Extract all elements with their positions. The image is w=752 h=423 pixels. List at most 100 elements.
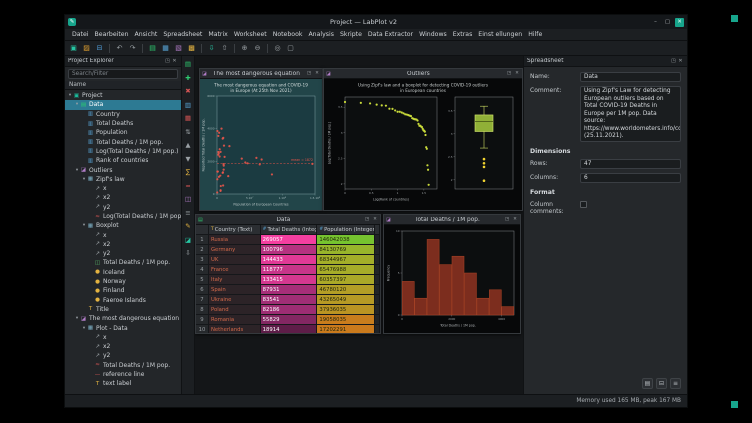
columns-field[interactable]: 6 [580,173,681,183]
country-cell[interactable]: Russia [209,235,261,245]
menu-notebook[interactable]: Notebook [270,31,306,38]
menu-ansicht[interactable]: Ansicht [132,31,161,38]
population-cell[interactable]: 19058035 [317,315,375,325]
zoom-in-icon[interactable]: ⊕ [239,43,250,54]
subwindow-outliers[interactable]: ◪ Outliers ◳ ✕ Using Zipf's law and a bo… [323,68,523,211]
subwindow-most-dangerous[interactable]: ◪ The most dangerous equation ◳ ✕ The mo… [199,68,323,211]
new-spreadsheet-icon[interactable]: ▤ [147,43,158,54]
menu-windows[interactable]: Windows [416,31,450,38]
column-header-country-text[interactable]: TCountry (Text) [209,225,261,235]
export-spreadsheet-icon[interactable]: ⇩ [183,248,193,258]
tree-item-x[interactable]: ↗x [65,184,181,193]
subwindow-titlebar[interactable]: ◪ The most dangerous equation ◳ ✕ [200,69,322,79]
sort-ascending-icon[interactable]: ▲ [183,140,193,150]
tree-item-x2[interactable]: ↗x2 [65,240,181,249]
worksheet-view[interactable]: Using Zipf's law and a boxplot for detec… [324,79,522,210]
subwindow-data-spreadsheet[interactable]: ▤ Data ◳ ✕ TCountry (Text)#Total Deaths … [195,214,381,334]
dock-close-icon[interactable]: ✕ [171,58,178,64]
deaths-cell[interactable]: 133415 [261,275,318,285]
deaths-cell[interactable]: 87931 [261,285,318,295]
country-cell[interactable]: Ukraine [209,295,261,305]
population-cell[interactable]: 43265049 [317,295,375,305]
tree-item-outliers[interactable]: ▾◪Outliers [65,165,181,174]
deaths-cell[interactable]: 82186 [261,305,318,315]
tree-item-log-total-deaths-1m-pop[interactable]: ▥Log(Total Deaths / 1M pop.) [65,147,181,156]
deaths-cell[interactable]: 18914 [261,325,318,333]
dock-float-icon[interactable]: ◳ [670,58,677,64]
new-worksheet-icon[interactable]: ▧ [173,43,184,54]
statistics-icon[interactable]: ∑ [183,167,193,177]
tree-item-the-most-dangerous-equation[interactable]: ▾◪The most dangerous equation [65,314,181,323]
project-explorer-header[interactable]: Project Explorer ◳ ✕ [65,56,181,67]
menu-matrix[interactable]: Matrix [205,31,230,38]
population-cell[interactable]: 68344967 [317,255,375,265]
navigate-icon[interactable]: ◎ [272,43,283,54]
most-dangerous-scatter-plot[interactable]: The most dangerous equation and COVID-19… [200,79,322,210]
name-field[interactable]: Data [580,72,681,82]
tree-item-y2[interactable]: ↗y2 [65,249,181,258]
formula-icon[interactable]: ≈ [183,181,193,191]
population-cell[interactable]: 84130769 [317,245,375,255]
insert-column-icon[interactable]: ▥ [183,100,193,110]
sort-descending-icon[interactable]: ▼ [183,154,193,164]
tree-item-total-deaths-1m-pop[interactable]: ◫Total Deaths / 1M pop. [65,258,181,267]
new-matrix-icon[interactable]: ▦ [160,43,171,54]
tree-item-data[interactable]: ▾▤Data [65,100,181,109]
row-number-cell[interactable]: 7 [196,295,209,305]
maximize-button[interactable]: ▢ [663,18,672,27]
tree-item-boxplot[interactable]: ▾▦Boxplot [65,221,181,230]
tree-item-title[interactable]: TTitle [65,305,181,314]
tree-column-header[interactable]: Name [65,81,181,90]
redo-icon[interactable]: ↷ [127,43,138,54]
menu-skripte[interactable]: Skripte [337,31,365,38]
column-header-population-integer[interactable]: #Population (Integer) [317,225,375,235]
menu-data-extractor[interactable]: Data Extractor [365,31,416,38]
deaths-cell[interactable]: 269057 [261,235,318,245]
options-icon[interactable]: ≡ [670,378,681,389]
import-data-icon[interactable]: ⇩ [206,43,217,54]
save-template-icon[interactable]: ⊟ [656,378,667,389]
tree-item-norway[interactable]: ●Norway [65,277,181,286]
tree-item-zipf-s-law[interactable]: ▾▦Zipf's law [65,175,181,184]
menu-spreadsheet[interactable]: Spreadsheet [160,31,205,38]
menu-extras[interactable]: Extras [450,31,476,38]
row-number-cell[interactable]: 3 [196,255,209,265]
tree-item-finland[interactable]: ●Finland [65,286,181,295]
titlebar[interactable]: ✎ Project — LabPlot v2 – ▢ ✕ [65,15,687,29]
row-number-cell[interactable]: 2 [196,245,209,255]
subwindow-close-icon[interactable]: ✕ [314,71,320,76]
subwindow-close-icon[interactable]: ✕ [514,71,520,76]
search-input[interactable]: Search/Filter [68,69,178,79]
deaths-cell[interactable]: 83541 [261,295,318,305]
column-header-item[interactable] [196,225,209,235]
subwindow-float-icon[interactable]: ◳ [504,217,510,222]
country-cell[interactable]: France [209,265,261,275]
plot-data-icon[interactable]: ◪ [183,235,193,245]
row-number-cell[interactable]: 4 [196,265,209,275]
select-region-icon[interactable]: ▢ [285,43,296,54]
tree-item-x2[interactable]: ↗x2 [65,193,181,202]
column-header-total-deaths-integer[interactable]: #Total Deaths (Integer) [261,225,318,235]
tree-item-plot-data[interactable]: ▾▦Plot - Data [65,323,181,332]
country-cell[interactable]: Italy [209,275,261,285]
subwindow-titlebar[interactable]: ◪ Total Deaths / 1M pop. ◳ ✕ [384,215,520,225]
row-number-cell[interactable]: 9 [196,315,209,325]
subwindow-close-icon[interactable]: ✕ [372,217,378,222]
remove-column-icon[interactable]: ▦ [183,113,193,123]
minimize-button[interactable]: – [651,18,660,27]
menu-worksheet[interactable]: Worksheet [231,31,270,38]
row-number-cell[interactable]: 8 [196,305,209,315]
deaths-histogram-plot[interactable]: 0510020004000Total Deaths / 1M pop.Frequ… [384,225,520,333]
row-number-cell[interactable]: 1 [196,235,209,245]
tree-item-total-deaths[interactable]: ▥Total Deaths [65,119,181,128]
country-cell[interactable]: Romania [209,315,261,325]
properties-dock-header[interactable]: Spreadsheet ◳ ✕ [524,56,687,67]
tree-item-reference-line[interactable]: —reference line [65,370,181,379]
population-cell[interactable]: 37936035 [317,305,375,315]
zipf-and-boxplot-plot[interactable]: Using Zipf's law and a boxplot for detec… [324,79,522,210]
subwindow-titlebar[interactable]: ◪ Outliers ◳ ✕ [324,69,522,79]
zoom-out-icon[interactable]: ⊖ [252,43,263,54]
row-number-cell[interactable]: 5 [196,275,209,285]
tree-item-y2[interactable]: ↗y2 [65,351,181,360]
population-cell[interactable]: 17202291 [317,325,375,333]
